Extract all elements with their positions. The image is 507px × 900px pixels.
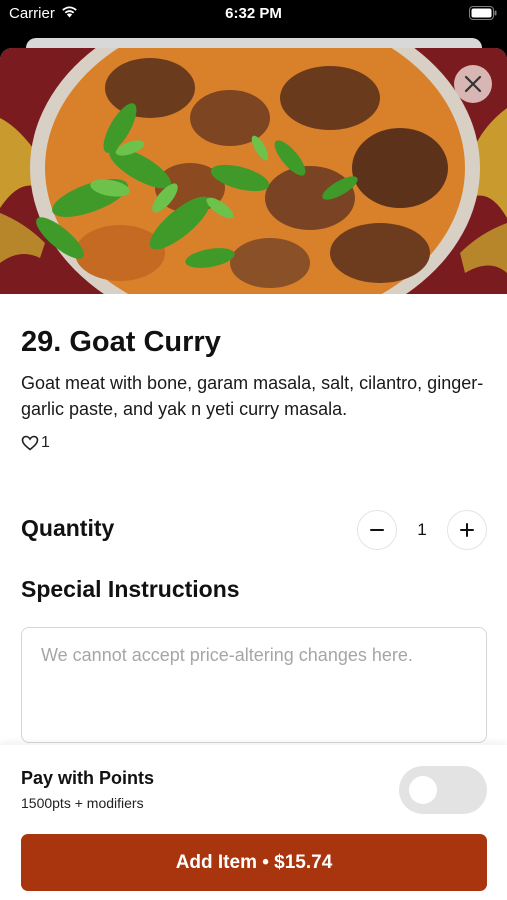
- item-title: 29. Goat Curry: [21, 326, 221, 358]
- pay-with-points-toggle[interactable]: [399, 766, 487, 814]
- special-instructions-input[interactable]: [21, 627, 487, 743]
- quantity-stepper: 1: [357, 510, 487, 550]
- battery-icon: [469, 6, 497, 24]
- like-button[interactable]: 1: [21, 434, 50, 452]
- screen: Carrier 6:32 PM 29. Goat Curry Goat meat…: [0, 0, 507, 900]
- item-description: Goat meat with bone, garam masala, salt,…: [21, 373, 484, 419]
- add-item-button[interactable]: Add Item • $15.74: [21, 834, 487, 891]
- plus-icon: [460, 523, 474, 537]
- minus-icon: [370, 529, 384, 531]
- heart-icon: [21, 435, 39, 451]
- food-photo: [0, 48, 507, 294]
- close-button[interactable]: [454, 65, 492, 103]
- toggle-knob: [409, 776, 437, 804]
- special-instructions-label: Special Instructions: [21, 576, 240, 602]
- status-time: 6:32 PM: [225, 5, 282, 22]
- quantity-value: 1: [417, 520, 427, 539]
- increment-button[interactable]: [447, 510, 487, 550]
- decrement-button[interactable]: [357, 510, 397, 550]
- item-detail-sheet: 29. Goat Curry Goat meat with bone, gara…: [0, 48, 507, 900]
- pay-with-points-title: Pay with Points: [21, 768, 155, 788]
- like-count: 1: [41, 434, 50, 451]
- close-icon: [464, 75, 482, 93]
- status-bar: Carrier 6:32 PM: [0, 0, 507, 30]
- checkout-panel: Pay with Points 1500pts + modifiers Add …: [0, 745, 507, 900]
- pay-with-points-subtitle: 1500pts + modifiers: [21, 795, 144, 811]
- quantity-label: Quantity: [21, 515, 115, 541]
